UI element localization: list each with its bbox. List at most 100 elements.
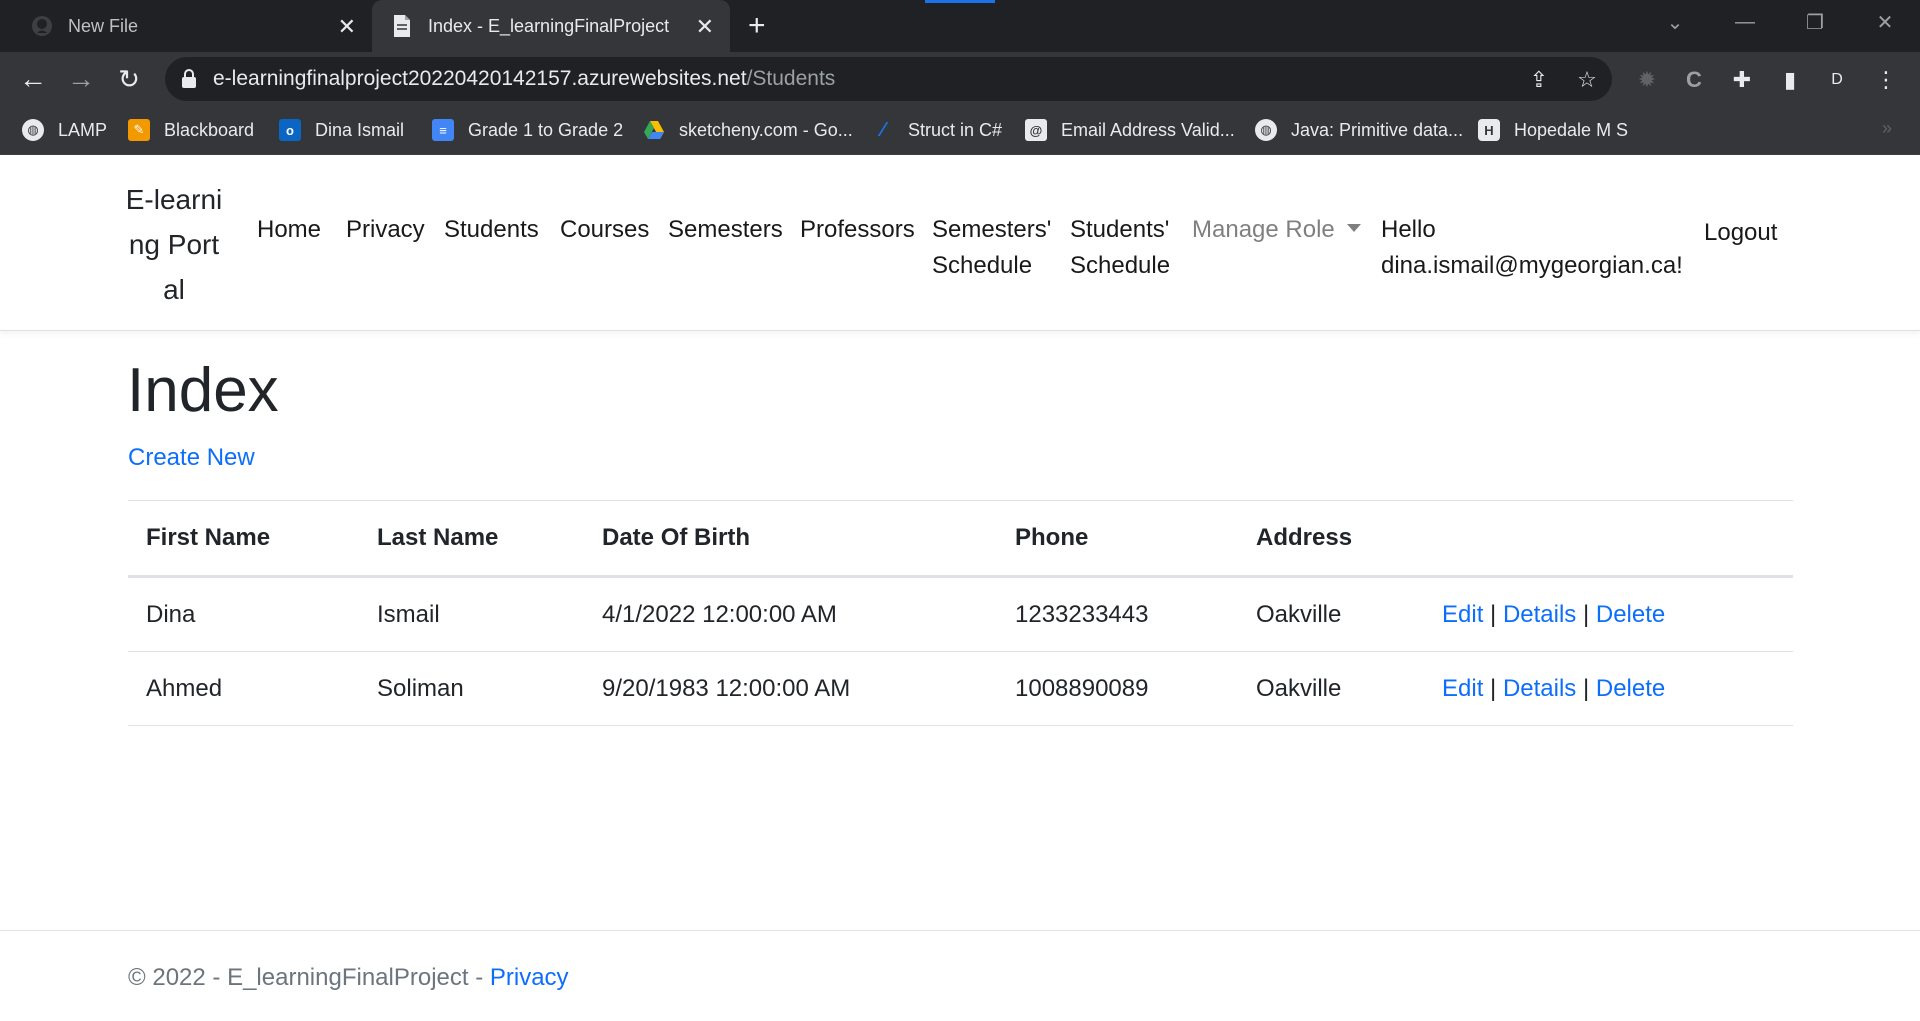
browser-toolbar: ← → ↻ e-learningfinalproject202204201421… <box>0 52 1920 106</box>
extension-c-icon[interactable]: C <box>1680 66 1708 94</box>
extensions-puzzle-icon[interactable]: ✚ <box>1728 66 1756 94</box>
details-link[interactable]: Details <box>1503 601 1576 628</box>
nav-hello-user[interactable]: Hello dina.ismail@mygeorgian.ca! <box>1381 212 1691 284</box>
table-header-row: First Name Last Name Date Of Birth Phone… <box>128 500 1793 578</box>
url-path: /Students <box>746 67 836 90</box>
bookmark-label: Grade 1 to Grade 2 <box>468 119 624 140</box>
bookmark-email-address-validator[interactable]: @ Email Address Valid... <box>1025 116 1235 144</box>
bookmarks-bar: ◍ LAMP ✎ Blackboard o Dina Ismail ≡ Grad… <box>0 106 1920 155</box>
edit-link[interactable]: Edit <box>1442 675 1483 702</box>
cell-first-name: Dina <box>128 576 359 652</box>
column-header-date-of-birth: Date Of Birth <box>584 500 997 578</box>
delete-link[interactable]: Delete <box>1596 601 1665 628</box>
profile-avatar[interactable]: D <box>1822 65 1852 95</box>
extension-bug-icon[interactable]: ✹ <box>1633 66 1661 94</box>
bookmark-label: LAMP <box>58 119 108 140</box>
side-panel-icon[interactable]: ▮ <box>1776 66 1804 94</box>
nav-courses[interactable]: Courses <box>560 212 649 248</box>
logout-button[interactable]: Logout <box>1704 215 1777 251</box>
bookmark-label: Blackboard <box>164 119 255 140</box>
minimize-icon[interactable]: — <box>1710 0 1780 44</box>
reload-icon[interactable]: ↻ <box>112 62 146 96</box>
nav-semesters-schedule[interactable]: Semesters' Schedule <box>932 212 1052 284</box>
cell-date-of-birth: 4/1/2022 12:00:00 AM <box>584 576 997 652</box>
nav-students-schedule[interactable]: Students' Schedule <box>1070 212 1180 284</box>
forward-arrow-icon[interactable]: → <box>64 62 98 96</box>
bookmark-star-icon[interactable]: ☆ <box>1574 67 1600 93</box>
tab-search-chevron-icon[interactable]: ⌄ <box>1640 0 1710 44</box>
edit-link[interactable]: Edit <box>1442 601 1483 628</box>
tab-title: Index - E_learningFinalProject <box>428 15 670 36</box>
close-window-icon[interactable]: ✕ <box>1850 0 1920 44</box>
bookmark-label: Dina Ismail <box>315 119 405 140</box>
action-separator: | <box>1582 600 1590 628</box>
close-tab-icon[interactable]: ✕ <box>696 14 714 40</box>
bookmark-dina-ismail[interactable]: o Dina Ismail <box>279 116 404 144</box>
bookmark-hopedale[interactable]: H Hopedale M S <box>1478 116 1628 144</box>
more-bookmarks-chevron-icon[interactable]: » <box>1882 118 1892 139</box>
cell-last-name: Soliman <box>359 651 584 726</box>
cell-address: Oakville <box>1238 651 1424 726</box>
nav-manage-role-dropdown[interactable]: Manage Role <box>1192 212 1361 248</box>
tab-new-file[interactable]: New File ✕ <box>0 0 372 52</box>
hopedale-icon: H <box>1478 119 1500 141</box>
drive-icon <box>643 119 665 141</box>
outlook-icon: o <box>279 119 301 141</box>
delete-link[interactable]: Delete <box>1596 675 1665 702</box>
menu-kebab-icon[interactable]: ⋮ <box>1872 66 1900 94</box>
nav-semesters[interactable]: Semesters <box>668 212 783 248</box>
column-header-actions <box>1424 500 1793 578</box>
url-host: e-learningfinalproject20220420142157.azu… <box>213 67 747 90</box>
restore-icon[interactable]: ❐ <box>1780 0 1850 44</box>
site-navbar: E-learning Portal Home Privacy Students … <box>0 155 1920 331</box>
nav-students[interactable]: Students <box>444 212 539 248</box>
address-bar[interactable]: e-learningfinalproject20220420142157.azu… <box>165 57 1612 101</box>
cell-actions: Edit | Details | Delete <box>1424 651 1793 726</box>
column-header-phone: Phone <box>997 500 1238 578</box>
bookmark-java-primitive-data[interactable]: ◍ Java: Primitive data... <box>1255 116 1463 144</box>
table-row: Dina Ismail 4/1/2022 12:00:00 AM 1233233… <box>128 576 1793 652</box>
nav-professors[interactable]: Professors <box>800 212 915 248</box>
details-link[interactable]: Details <box>1503 675 1576 702</box>
cell-date-of-birth: 9/20/1983 12:00:00 AM <box>584 651 997 726</box>
site-footer: © 2022 - E_learningFinalProject - Privac… <box>0 930 1920 1021</box>
globe-icon: ◍ <box>22 119 44 141</box>
footer-copyright: © 2022 - E_learningFinalProject - <box>128 964 490 991</box>
tab-index[interactable]: Index - E_learningFinalProject ✕ <box>372 0 730 52</box>
feather-icon: ⁄ <box>881 118 885 141</box>
cell-actions: Edit | Details | Delete <box>1424 576 1793 652</box>
github-icon <box>30 14 54 38</box>
bookmark-struct-in-csharp[interactable]: ⁄ Struct in C# <box>872 116 1002 144</box>
bookmark-label: sketcheny.com - Go... <box>679 119 853 140</box>
create-new-link[interactable]: Create New <box>128 444 255 472</box>
page-title: Index <box>127 356 279 425</box>
lock-icon <box>181 69 201 89</box>
bookmark-label: Hopedale M S <box>1514 119 1629 140</box>
back-arrow-icon[interactable]: ← <box>16 62 50 96</box>
action-separator: | <box>1490 600 1497 628</box>
share-icon[interactable]: ⇪ <box>1526 67 1552 93</box>
cell-last-name: Ismail <box>359 576 584 652</box>
document-icon <box>390 14 414 38</box>
column-header-last-name: Last Name <box>359 500 584 578</box>
browser-tabstrip: New File ✕ Index - E_learningFinalProjec… <box>0 0 1920 52</box>
nav-home[interactable]: Home <box>257 212 321 248</box>
action-separator: | <box>1490 674 1497 702</box>
footer-privacy-link[interactable]: Privacy <box>490 964 569 991</box>
column-header-first-name: First Name <box>128 500 359 578</box>
bookmark-label: Email Address Valid... <box>1061 119 1235 140</box>
close-tab-icon[interactable]: ✕ <box>338 14 356 40</box>
navbar-brand[interactable]: E-learning Portal <box>124 177 224 312</box>
loading-indicator <box>925 0 995 3</box>
bookmark-label: Struct in C# <box>908 119 1003 140</box>
bookmark-sketcheny[interactable]: sketcheny.com - Go... <box>643 116 853 144</box>
globe-icon: ◍ <box>1255 119 1277 141</box>
bookmark-lamp[interactable]: ◍ LAMP <box>22 116 107 144</box>
bookmark-grade-1-to-grade-2[interactable]: ≡ Grade 1 to Grade 2 <box>432 116 623 144</box>
url-text: e-learningfinalproject20220420142157.azu… <box>213 67 835 91</box>
bookmark-blackboard[interactable]: ✎ Blackboard <box>128 116 254 144</box>
email-validator-icon: @ <box>1025 119 1047 141</box>
nav-privacy[interactable]: Privacy <box>346 212 425 248</box>
students-table: First Name Last Name Date Of Birth Phone… <box>128 500 1793 726</box>
new-tab-plus-icon[interactable]: + <box>748 8 766 44</box>
